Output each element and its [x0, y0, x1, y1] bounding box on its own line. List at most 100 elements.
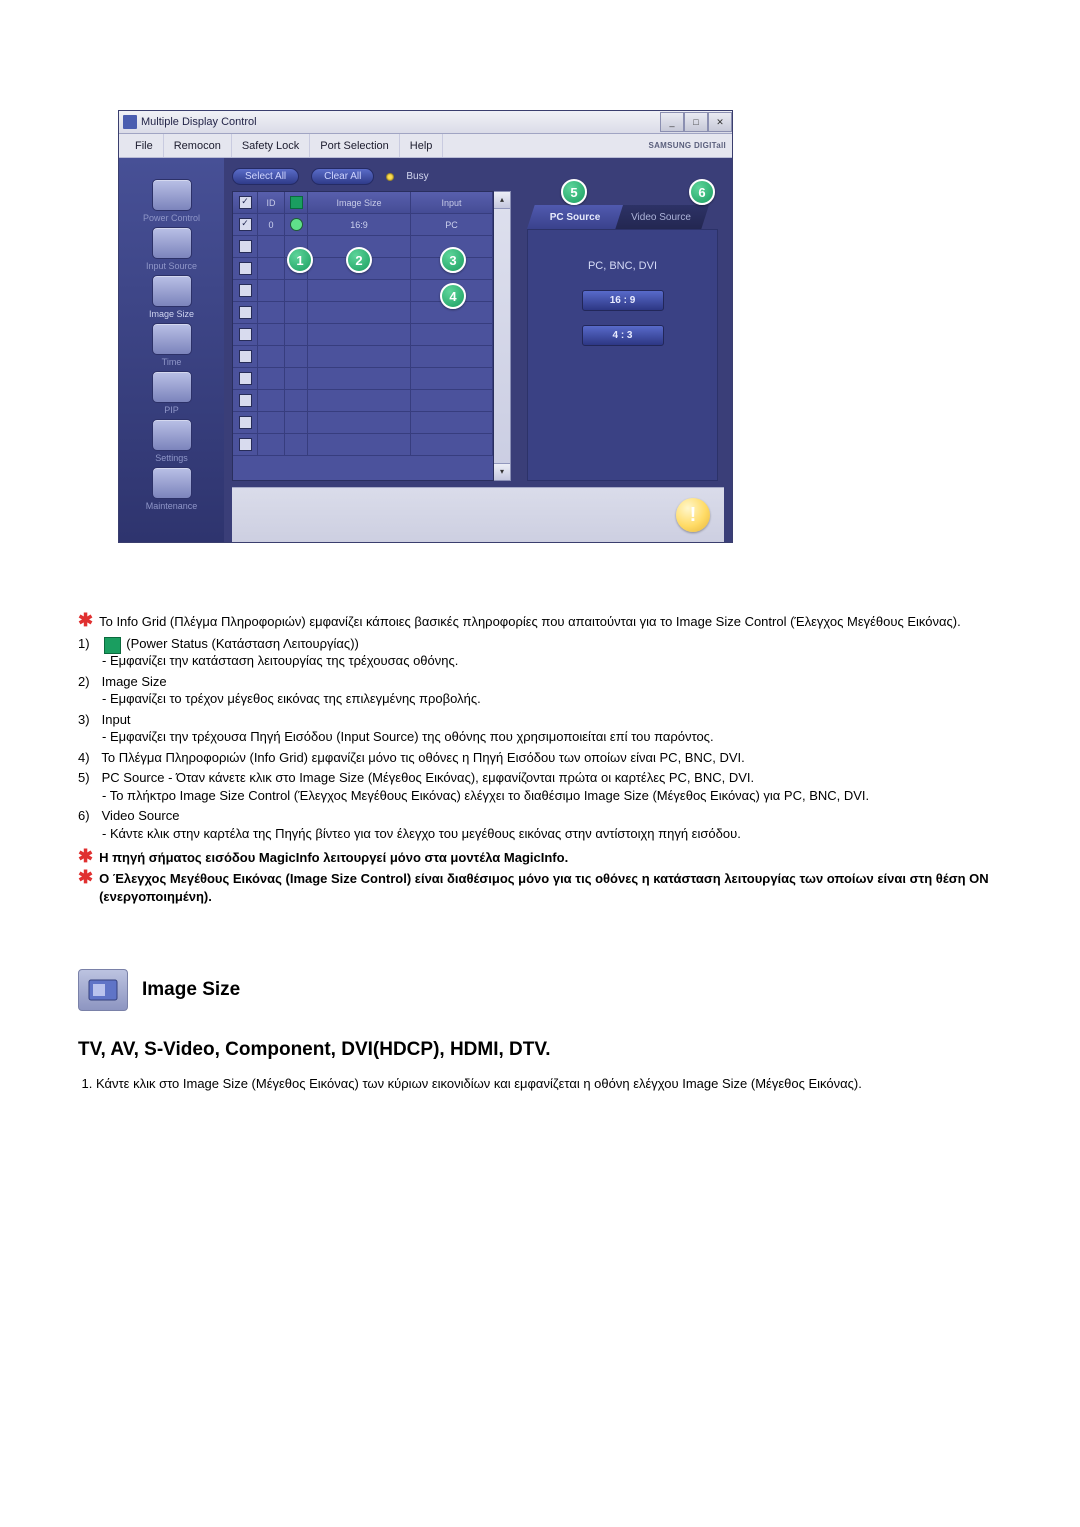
menu-help[interactable]: Help [400, 134, 444, 157]
image-size-section-icon [78, 969, 128, 1011]
asterisk-icon: ✱ [78, 849, 93, 867]
brand-label: SAMSUNG DIGITall [648, 141, 726, 150]
cell-input: PC [411, 214, 493, 235]
row-checkbox[interactable] [239, 218, 252, 231]
col-input: Input [411, 192, 493, 213]
info-grid: ID Image Size Input 0 16:9 PC [232, 191, 494, 481]
note-5-text: PC Source - Όταν κάνετε κλικ στο Image S… [102, 770, 755, 785]
titlebar: Multiple Display Control _ □ ✕ [119, 111, 732, 134]
table-row[interactable] [233, 390, 493, 412]
close-button[interactable]: ✕ [708, 112, 732, 132]
notes-block: ✱ Το Info Grid (Πλέγμα Πληροφοριών) εμφα… [78, 613, 1002, 905]
col-image-size: Image Size [308, 192, 411, 213]
busy-indicator-icon [386, 173, 394, 181]
time-icon [152, 323, 192, 355]
minimize-button[interactable]: _ [660, 112, 684, 132]
sidebar-item-settings[interactable]: Settings [119, 416, 224, 464]
power-on-icon [290, 218, 303, 231]
marker-5: 5 [561, 179, 587, 205]
note-6-title: Video Source [102, 808, 180, 823]
app-window: Multiple Display Control _ □ ✕ File Remo… [118, 110, 733, 543]
asterisk-icon: ✱ [78, 870, 93, 905]
row-checkbox[interactable] [239, 240, 252, 253]
note-4-text: Το Πλέγμα Πληροφοριών (Info Grid) εμφανί… [101, 750, 744, 765]
note-red-1: Η πηγή σήματος εισόδου MagicInfo λειτουρ… [99, 849, 568, 867]
sidebar-item-time[interactable]: Time [119, 320, 224, 368]
main-area: Select All Clear All Busy ID Image Size [224, 158, 732, 542]
marker-1: 1 [287, 247, 313, 273]
section-steps: Κάντε κλικ στο Image Size (Μέγεθος Εικόν… [78, 1075, 1002, 1093]
menu-safety-lock[interactable]: Safety Lock [232, 134, 310, 157]
row-checkbox[interactable] [239, 372, 252, 385]
row-checkbox[interactable] [239, 416, 252, 429]
col-power-icon [285, 192, 308, 213]
row-checkbox[interactable] [239, 438, 252, 451]
scrollbar[interactable]: ▴ ▾ [494, 191, 511, 481]
clear-all-button[interactable]: Clear All [311, 168, 374, 185]
note-2-sub: - Εμφανίζει το τρέχον μέγεθος εικόνας τη… [78, 690, 1002, 708]
note-6-sub: - Κάντε κλικ στην καρτέλα της Πηγής βίντ… [78, 825, 1002, 843]
sidebar: Power Control Input Source Image Size Ti… [119, 158, 224, 542]
marker-2: 2 [346, 247, 372, 273]
section-header: Image Size [78, 969, 1002, 1011]
menubar: File Remocon Safety Lock Port Selection … [119, 134, 732, 158]
row-checkbox[interactable] [239, 262, 252, 275]
row-checkbox[interactable] [239, 328, 252, 341]
sidebar-item-maintenance[interactable]: Maintenance [119, 464, 224, 512]
table-row[interactable] [233, 434, 493, 456]
ratio-16-9-button[interactable]: 16 : 9 [582, 290, 664, 311]
sidebar-item-label: Settings [155, 453, 188, 463]
sidebar-item-label: Time [162, 357, 182, 367]
table-row[interactable] [233, 412, 493, 434]
status-strip: ! [232, 487, 724, 542]
note-num: 2) [78, 673, 98, 691]
panel-title: PC, BNC, DVI [548, 260, 697, 272]
scroll-down-icon[interactable]: ▾ [494, 463, 510, 480]
row-checkbox[interactable] [239, 350, 252, 363]
note-red-2: Ο Έλεγχος Μεγέθους Εικόνας (Image Size C… [99, 870, 1002, 905]
menu-file[interactable]: File [125, 134, 164, 157]
right-panel: PC Source Video Source 5 6 PC, BNC, DVI … [511, 191, 724, 481]
grid-header: ID Image Size Input [233, 192, 493, 214]
section-subheading: TV, AV, S-Video, Component, DVI(HDCP), H… [78, 1039, 1002, 1061]
note-1-title: (Power Status (Κατάσταση Λειτουργίας)) [126, 636, 359, 651]
table-row[interactable]: 0 16:9 PC [233, 214, 493, 236]
power-icon [152, 179, 192, 211]
settings-icon [152, 419, 192, 451]
note-num: 4) [78, 749, 98, 767]
table-row[interactable] [233, 324, 493, 346]
row-checkbox[interactable] [239, 306, 252, 319]
info-icon: ! [676, 498, 710, 532]
sidebar-item-power-control[interactable]: Power Control [119, 176, 224, 224]
col-id: ID [258, 192, 285, 213]
sidebar-item-label: PIP [164, 405, 179, 415]
ratio-4-3-button[interactable]: 4 : 3 [582, 325, 664, 346]
sidebar-item-label: Maintenance [146, 501, 198, 511]
select-all-button[interactable]: Select All [232, 168, 299, 185]
sidebar-item-image-size[interactable]: Image Size [119, 272, 224, 320]
image-size-icon [152, 275, 192, 307]
table-row[interactable] [233, 368, 493, 390]
section-title: Image Size [142, 979, 240, 1001]
note-num: 3) [78, 711, 98, 729]
note-3-title: Input [102, 712, 131, 727]
step-1: Κάντε κλικ στο Image Size (Μέγεθος Εικόν… [96, 1075, 1002, 1093]
sidebar-item-pip[interactable]: PIP [119, 368, 224, 416]
row-checkbox[interactable] [239, 284, 252, 297]
sidebar-item-input-source[interactable]: Input Source [119, 224, 224, 272]
marker-3: 3 [440, 247, 466, 273]
note-1-sub: - Εμφανίζει την κατάσταση λειτουργίας τη… [78, 652, 1002, 670]
row-checkbox[interactable] [239, 394, 252, 407]
cell-id: 0 [258, 214, 285, 235]
note-intro: Το Info Grid (Πλέγμα Πληροφοριών) εμφανί… [99, 613, 961, 631]
menu-port-selection[interactable]: Port Selection [310, 134, 399, 157]
marker-4: 4 [440, 283, 466, 309]
note-2-title: Image Size [102, 674, 167, 689]
header-checkbox[interactable] [239, 196, 252, 209]
scroll-up-icon[interactable]: ▴ [494, 192, 510, 209]
table-row[interactable] [233, 346, 493, 368]
tab-pc-source[interactable]: PC Source [527, 205, 623, 229]
maximize-button[interactable]: □ [684, 112, 708, 132]
tab-video-source[interactable]: Video Source [613, 205, 709, 229]
menu-remocon[interactable]: Remocon [164, 134, 232, 157]
